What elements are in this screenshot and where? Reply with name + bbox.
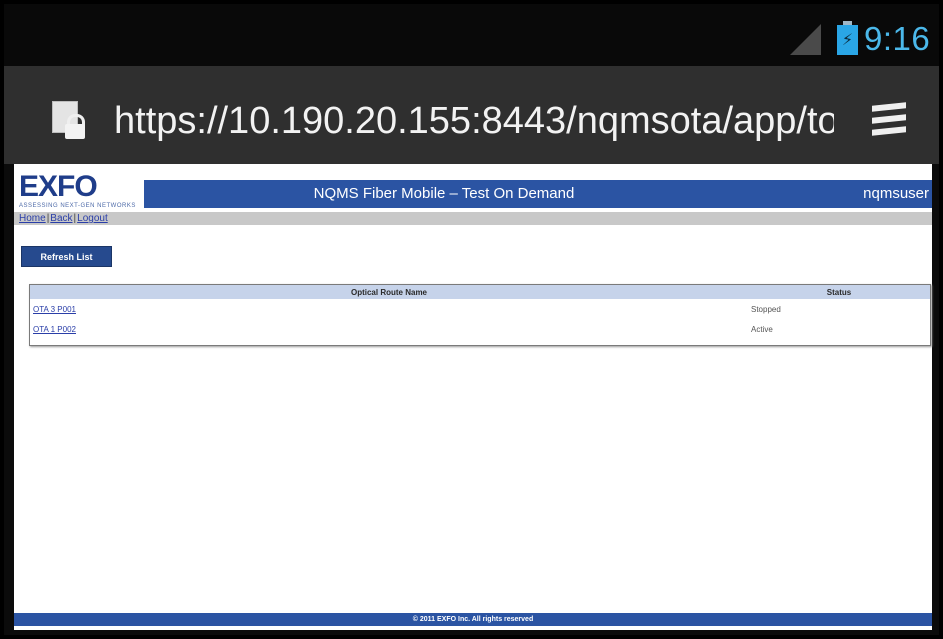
navigation-bar: Home|Back|Logout: [14, 212, 932, 225]
table-spacer-row: [30, 339, 931, 346]
username-label: nqmsuser: [863, 185, 929, 202]
page-title: NQMS Fiber Mobile – Test On Demand: [313, 185, 575, 202]
status-bar: ⚡ 9:16: [4, 4, 939, 66]
column-header-status[interactable]: Status: [748, 284, 931, 299]
web-page: EXFO ASSESSING NEXT-GEN NETWORKS NQMS Fi…: [14, 164, 932, 630]
signal-icon: [790, 24, 821, 55]
route-status: Stopped: [751, 304, 781, 314]
secure-site-lock-icon[interactable]: [52, 101, 88, 141]
back-link[interactable]: Back: [50, 213, 72, 224]
bookmarks-menu-icon[interactable]: [872, 102, 908, 140]
table-row: OTA 3 P001 Stopped: [30, 299, 931, 319]
url-text[interactable]: https://10.190.20.155:8443/nqmsota/app/t…: [114, 100, 834, 143]
nav-separator: |: [46, 213, 50, 224]
refresh-list-button[interactable]: Refresh List: [21, 246, 112, 267]
battery-charging-icon: ⚡: [837, 21, 858, 55]
footer-copyright: © 2011 EXFO Inc. All rights reserved: [14, 613, 932, 626]
status-clock: 9:16: [864, 20, 931, 57]
route-link[interactable]: OTA 3 P001: [33, 305, 76, 314]
logo-text: EXFO: [19, 170, 98, 203]
browser-url-bar[interactable]: https://10.190.20.155:8443/nqmsota/app/t…: [4, 66, 939, 164]
logo-tagline: ASSESSING NEXT-GEN NETWORKS: [19, 203, 136, 209]
table-header-row: Optical Route Name Status: [29, 284, 931, 299]
header-band: NQMS Fiber Mobile – Test On Demand nqmsu…: [144, 180, 932, 208]
route-status: Active: [751, 324, 773, 334]
nav-separator: |: [73, 213, 77, 224]
optical-routes-table: Optical Route Name Status OTA 3 P001 Sto…: [29, 284, 931, 346]
table-row: OTA 1 P002 Active: [30, 319, 931, 339]
exfo-logo: EXFO ASSESSING NEXT-GEN NETWORKS: [19, 172, 141, 216]
logout-link[interactable]: Logout: [77, 213, 108, 224]
android-device-screen: ⚡ 9:16 https://10.190.20.155:8443/nqmsot…: [4, 4, 939, 635]
home-link[interactable]: Home: [19, 213, 46, 224]
column-header-route-name[interactable]: Optical Route Name: [29, 284, 748, 299]
route-link[interactable]: OTA 1 P002: [33, 325, 76, 334]
